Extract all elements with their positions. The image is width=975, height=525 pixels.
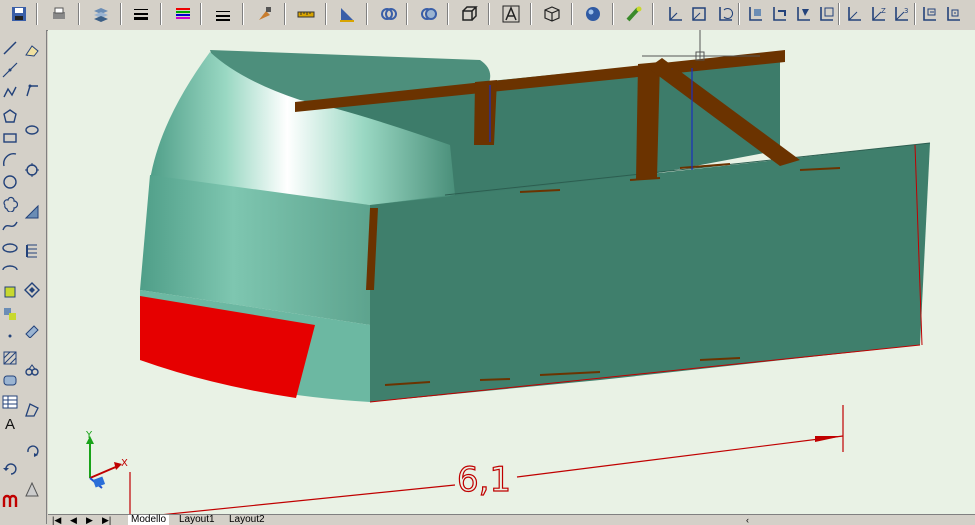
dimension-text: 6,1 bbox=[457, 460, 511, 500]
svg-text:3: 3 bbox=[904, 7, 908, 15]
mirror-icon[interactable] bbox=[22, 120, 42, 140]
undo-icon[interactable] bbox=[0, 458, 20, 478]
region-icon[interactable] bbox=[0, 370, 20, 390]
text-tool[interactable]: A bbox=[0, 414, 20, 434]
copy-icon[interactable] bbox=[22, 80, 42, 100]
ucs-previous-icon[interactable] bbox=[714, 3, 736, 25]
polyline-icon[interactable] bbox=[0, 82, 20, 102]
toolbar-separator bbox=[530, 3, 532, 25]
toolbar-separator bbox=[738, 3, 740, 25]
ucs-3point-icon[interactable]: 3 bbox=[890, 3, 912, 25]
match-icon[interactable] bbox=[254, 3, 276, 25]
color-icon[interactable] bbox=[172, 3, 194, 25]
polygon-icon[interactable] bbox=[0, 106, 20, 126]
model-canvas: 6,1 Y X bbox=[85, 30, 931, 516]
dimension-arrow bbox=[815, 436, 843, 442]
ucs-object-icon[interactable] bbox=[768, 3, 790, 25]
offset-icon[interactable] bbox=[22, 160, 42, 180]
toolbar-separator bbox=[325, 3, 327, 25]
toolbar-separator bbox=[652, 3, 654, 25]
print-icon[interactable] bbox=[48, 3, 70, 25]
make-block-icon[interactable] bbox=[0, 304, 20, 324]
text-style-icon[interactable] bbox=[500, 3, 522, 25]
ucs-icon[interactable] bbox=[664, 3, 686, 25]
toolbar-separator bbox=[78, 3, 80, 25]
toolbar-separator bbox=[838, 3, 840, 25]
ucs-apply-icon[interactable] bbox=[942, 3, 964, 25]
axis-label-x: X bbox=[121, 458, 128, 469]
svg-text:Z: Z bbox=[881, 7, 886, 15]
save-icon[interactable] bbox=[8, 3, 30, 25]
rotate-icon[interactable] bbox=[22, 280, 42, 300]
stretch-icon[interactable] bbox=[22, 360, 42, 380]
ellipse-icon[interactable] bbox=[0, 238, 20, 258]
hatch-icon[interactable] bbox=[0, 348, 20, 368]
ucs-view-icon[interactable] bbox=[792, 3, 814, 25]
sphere-icon[interactable] bbox=[582, 3, 604, 25]
ucs-origin-icon[interactable] bbox=[815, 3, 837, 25]
subtract-icon[interactable] bbox=[418, 3, 440, 25]
explode-icon[interactable] bbox=[22, 480, 42, 500]
render-icon[interactable] bbox=[623, 3, 645, 25]
ellipse-arc-icon[interactable] bbox=[0, 260, 20, 280]
toolbar-separator bbox=[242, 3, 244, 25]
toolbar-separator bbox=[120, 3, 122, 25]
ucs-z-icon[interactable]: Z bbox=[867, 3, 889, 25]
arc-icon[interactable] bbox=[0, 150, 20, 170]
insert-block-icon[interactable] bbox=[0, 282, 20, 302]
crosshair-cursor bbox=[642, 30, 760, 60]
line-icon[interactable] bbox=[0, 38, 20, 58]
circle-icon[interactable] bbox=[0, 172, 20, 192]
toolbar-separator bbox=[200, 3, 202, 25]
toolbar-separator bbox=[160, 3, 162, 25]
toolbar-separator bbox=[488, 3, 490, 25]
union-icon[interactable] bbox=[378, 3, 400, 25]
toolbar-separator bbox=[914, 3, 916, 25]
toolbar-separator bbox=[284, 3, 286, 25]
move-icon[interactable] bbox=[22, 240, 42, 260]
ucs-x-icon[interactable] bbox=[843, 3, 865, 25]
trim-icon[interactable] bbox=[22, 400, 42, 420]
toolbar-separator bbox=[612, 3, 614, 25]
axis-label-y: Y bbox=[85, 430, 93, 441]
horizontal-scrollbar[interactable]: ‹ bbox=[738, 514, 975, 525]
dimension-icon[interactable] bbox=[336, 3, 358, 25]
measure-icon[interactable] bbox=[295, 3, 317, 25]
revcloud-icon[interactable] bbox=[0, 194, 20, 214]
spline-icon[interactable] bbox=[0, 216, 20, 236]
toolbar-separator bbox=[366, 3, 368, 25]
ucs-rotate-icon[interactable] bbox=[918, 3, 940, 25]
ucs-world-icon[interactable] bbox=[688, 3, 710, 25]
toolbar-separator bbox=[406, 3, 408, 25]
table-icon[interactable] bbox=[0, 392, 20, 412]
toolbar-separator bbox=[571, 3, 573, 25]
construction-line-icon[interactable] bbox=[0, 60, 20, 80]
extend-icon[interactable] bbox=[22, 440, 42, 460]
point-icon[interactable] bbox=[0, 326, 20, 346]
rectangle-icon[interactable] bbox=[0, 128, 20, 148]
layers-icon[interactable] bbox=[90, 3, 112, 25]
drawing-viewport[interactable]: 6,1 Y X bbox=[48, 30, 975, 516]
box-icon[interactable] bbox=[541, 3, 563, 25]
left-draw-toolbar: A bbox=[0, 30, 47, 524]
layout-tabs-bar: |◀ ◀ ▶ ▶| Modello Layout1 Layout2 bbox=[48, 514, 738, 525]
ucs-face-icon[interactable] bbox=[744, 3, 766, 25]
array-icon[interactable] bbox=[22, 202, 42, 222]
lineweight-icon[interactable] bbox=[130, 3, 152, 25]
ucs-axis-indicator: Y X bbox=[85, 430, 128, 489]
text-tool-label: A bbox=[4, 415, 15, 433]
toolbar-separator bbox=[447, 3, 449, 25]
erase-icon[interactable] bbox=[22, 40, 42, 60]
toolbar-separator bbox=[36, 3, 38, 25]
autocad-logo-icon bbox=[0, 490, 20, 510]
scale-icon[interactable] bbox=[22, 320, 42, 340]
top-toolbar: Z 3 bbox=[0, 0, 975, 31]
extrude-icon[interactable] bbox=[458, 3, 480, 25]
linetype-icon[interactable] bbox=[212, 3, 234, 25]
